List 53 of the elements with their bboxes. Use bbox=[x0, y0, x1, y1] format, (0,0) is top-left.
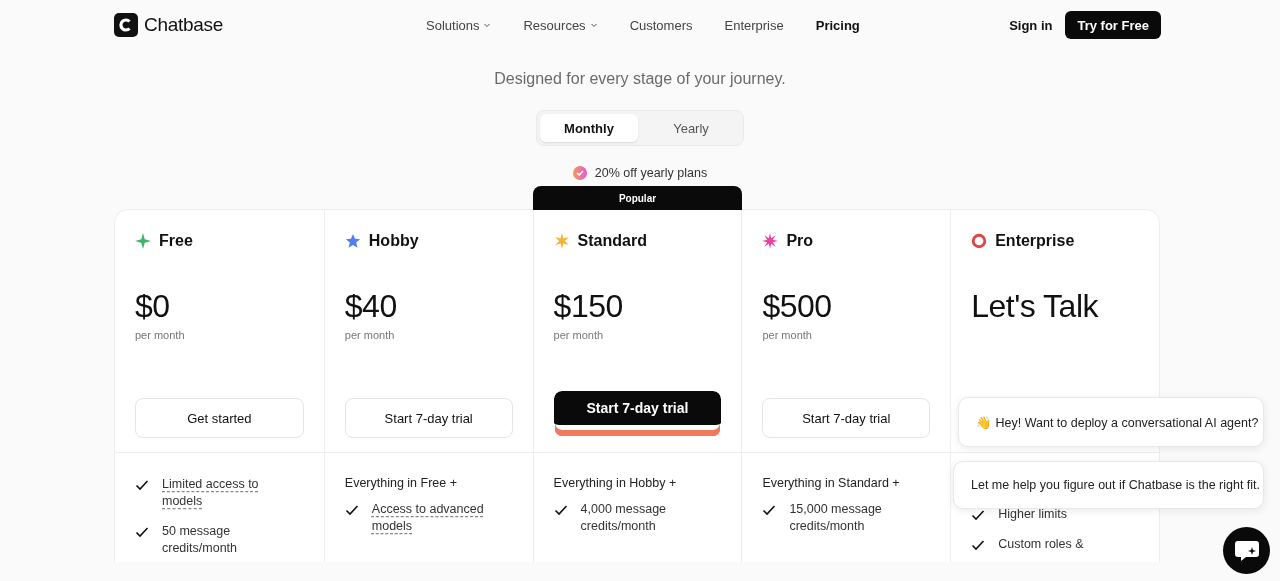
plan-price: $150 bbox=[553, 288, 624, 325]
feature-text: Higher limits bbox=[998, 506, 1067, 523]
plan-name: Pro bbox=[786, 232, 814, 250]
feature-intro: Everything in Free + bbox=[344, 476, 458, 490]
feature-text: 50 message credits/month bbox=[162, 523, 239, 557]
try-free-button[interactable]: Try for Free bbox=[1065, 11, 1161, 39]
logo-icon[interactable] bbox=[114, 13, 138, 37]
price-period: per month bbox=[762, 329, 813, 341]
billing-tab[interactable]: Monthly bbox=[540, 114, 638, 142]
plan-price: $0 bbox=[135, 288, 171, 325]
price-period: per month bbox=[344, 329, 396, 341]
feature-intro: Everything in Standard + bbox=[762, 476, 901, 490]
nav-link[interactable]: Resources bbox=[523, 17, 598, 33]
feature-text: Custom roles & bbox=[998, 536, 1084, 553]
feature-text: 4,000 message credits/month bbox=[580, 501, 668, 535]
billing-tab[interactable]: Yearly bbox=[642, 114, 740, 142]
nav-link[interactable]: Pricing bbox=[815, 17, 860, 33]
check-icon bbox=[135, 525, 149, 539]
check-icon bbox=[344, 503, 359, 517]
plan-name: Standard bbox=[577, 232, 647, 250]
plan-name: Hobby bbox=[368, 232, 419, 250]
plan-button[interactable]: Start 7-day trial bbox=[762, 398, 931, 438]
chat-bubble[interactable]: 👋 Hey! Want to deploy a conversational AI agent? bbox=[958, 397, 1264, 447]
logo-text[interactable]: Chatbase bbox=[144, 14, 223, 36]
check-icon bbox=[971, 538, 986, 552]
price-period: per month bbox=[135, 329, 186, 341]
plan-price: $40 bbox=[344, 288, 398, 325]
chat-bubble[interactable]: Let me help you figure out if Chatbase is the right fit. bbox=[953, 461, 1264, 509]
chat-launcher-button[interactable] bbox=[1223, 527, 1270, 574]
nav-link[interactable]: Customers bbox=[629, 17, 693, 33]
plan-button[interactable]: Get started bbox=[135, 398, 304, 438]
sign-in-link[interactable]: Sign in bbox=[1009, 17, 1053, 33]
check-icon bbox=[971, 508, 986, 522]
discount-note: 20% off yearly plans bbox=[594, 166, 708, 180]
plan-name: Free bbox=[159, 232, 193, 250]
chat-icon bbox=[1233, 538, 1260, 563]
plan-price: Let's Talk bbox=[971, 288, 1100, 325]
price-period: per month bbox=[553, 329, 605, 341]
plan-price: $500 bbox=[762, 288, 833, 325]
feature-text: 15,000 message credits/month bbox=[789, 501, 883, 535]
check-icon bbox=[553, 503, 568, 517]
badge-check-icon bbox=[572, 166, 587, 180]
plan-name: Enterprise bbox=[995, 232, 1075, 250]
feature-text: Limited access to models bbox=[162, 476, 260, 510]
feature-text: Access to advanced models bbox=[371, 501, 485, 535]
check-icon bbox=[762, 503, 777, 517]
popular-badge: Popular bbox=[532, 186, 743, 210]
feature-intro: Everything in Hobby + bbox=[553, 476, 678, 490]
plan-button[interactable]: Start 7-day trial bbox=[344, 398, 513, 438]
nav-link[interactable]: Solutions bbox=[426, 17, 492, 33]
check-icon bbox=[135, 478, 149, 492]
subtitle: Designed for every stage of your journey. bbox=[494, 70, 786, 88]
nav-link[interactable]: Enterprise bbox=[724, 17, 784, 33]
